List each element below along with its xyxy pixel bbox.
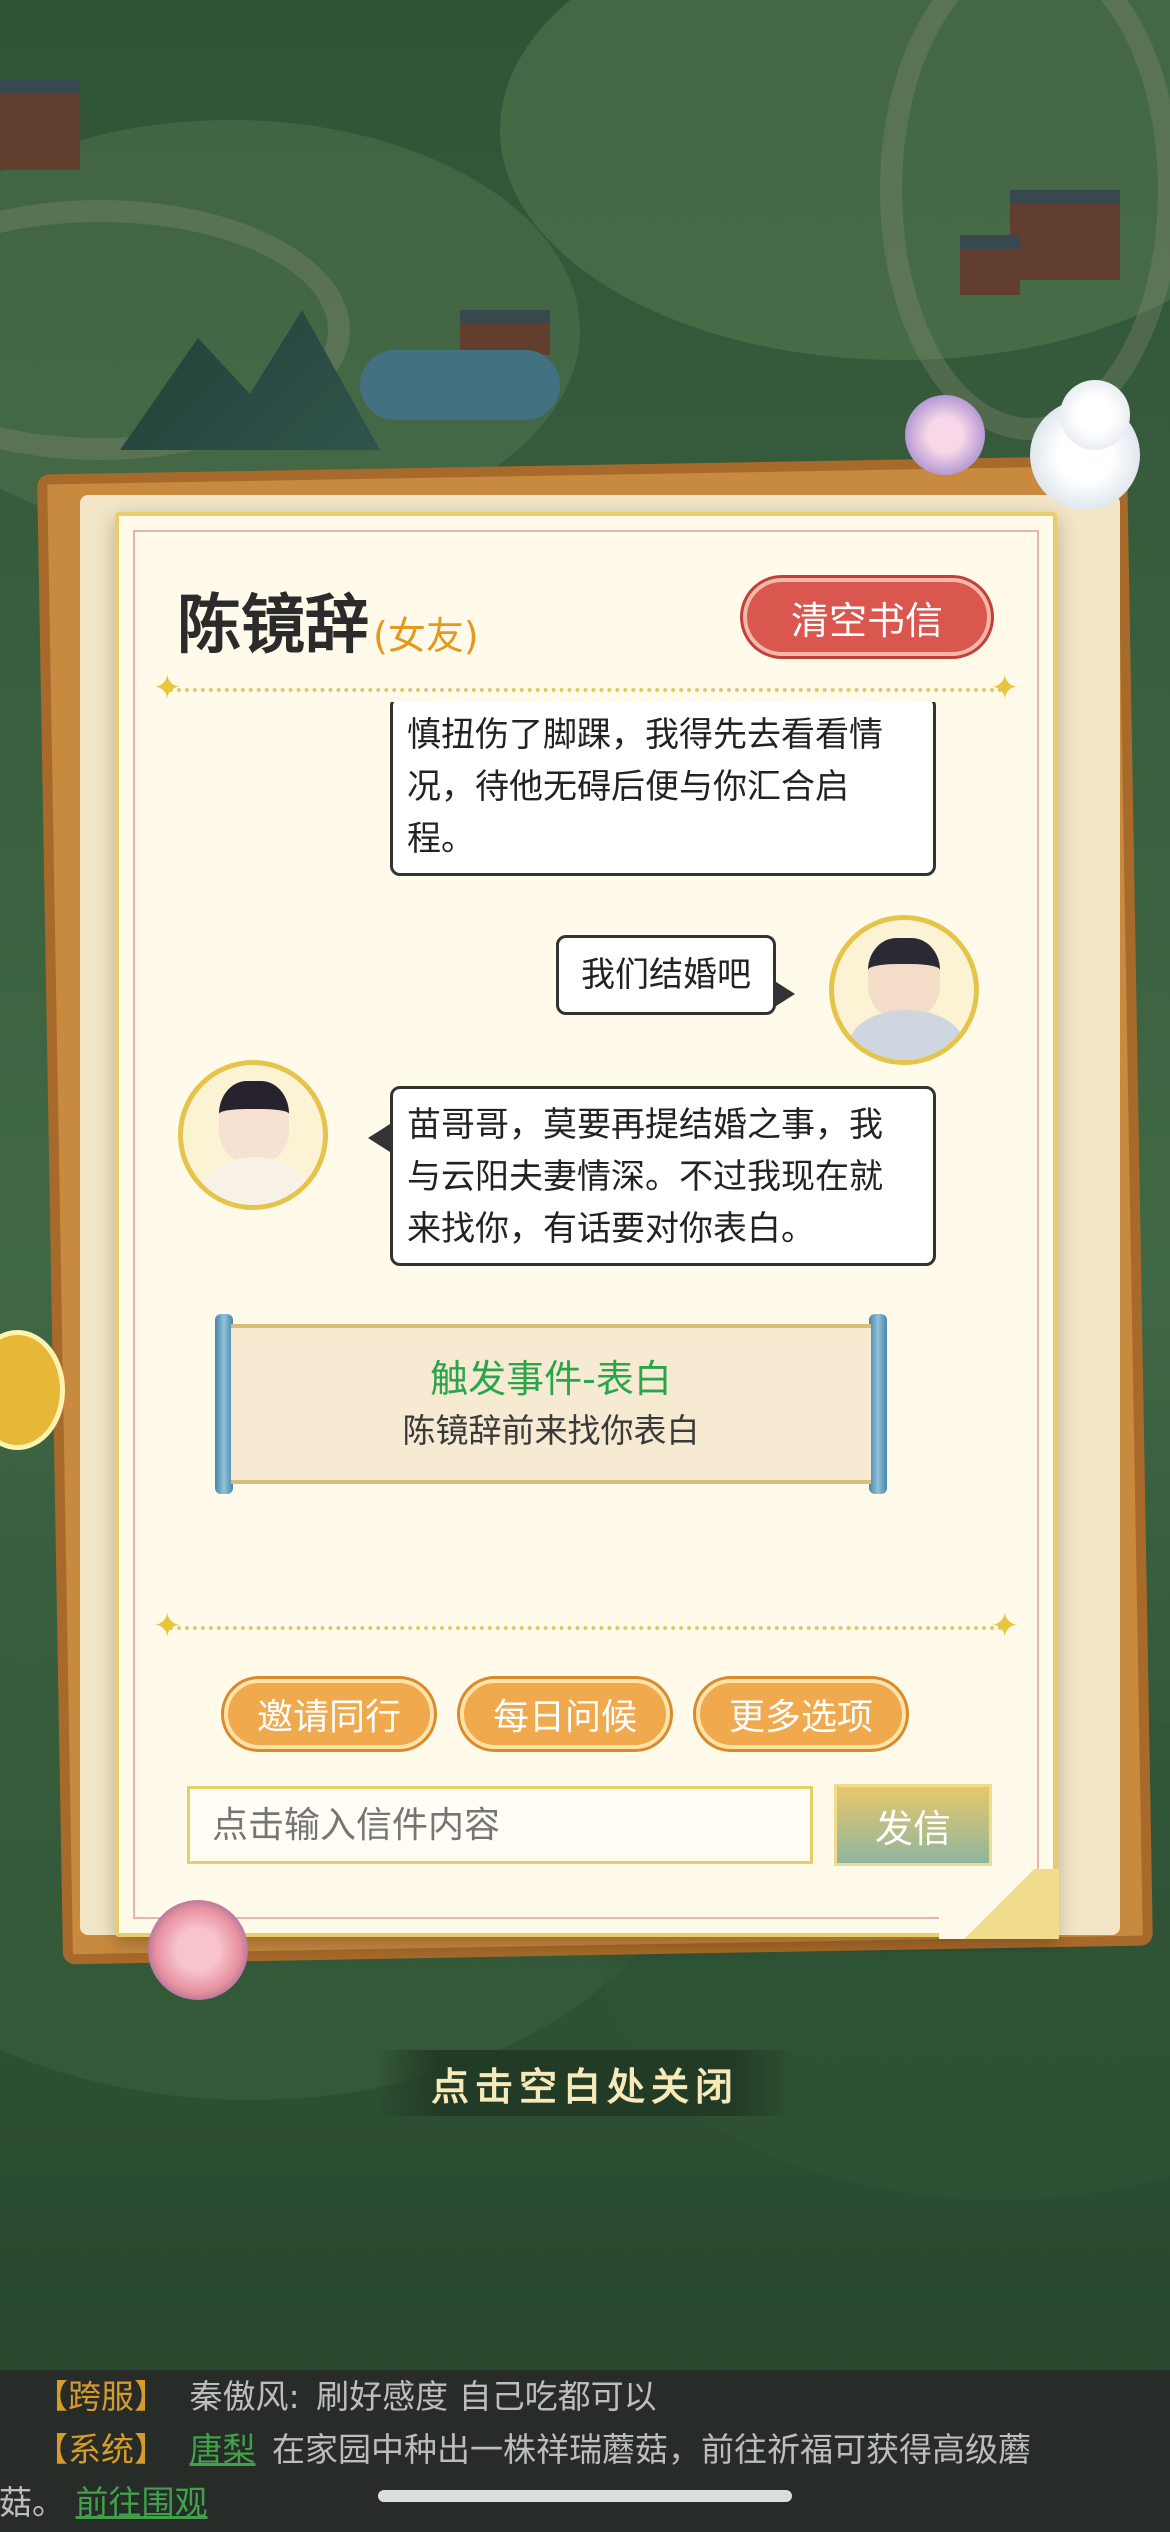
chat-area[interactable]: 慎扭伤了脚踝，我得先去看看情 况，待他无碍后便与你汇合启 程。 我们结婚吧 苗哥…	[133, 702, 1039, 1582]
peach-blossom-icon	[148, 1900, 248, 2000]
contact-relation: (女友)	[373, 614, 479, 658]
more-options-button[interactable]: 更多选项	[696, 1679, 906, 1749]
channel-tag: 【跨服】	[35, 2377, 167, 2416]
send-letter-button[interactable]: 发信	[834, 1784, 992, 1866]
broadcast-bar: 【跨服】 秦傲风: 刷好感度 自己吃都可以 【系统】 唐梨 在家园中种出一株祥瑞…	[0, 2370, 1170, 2532]
player-avatar[interactable]	[829, 915, 979, 1065]
letter-panel: 陈镜辞 (女友) 清空书信 慎扭伤了脚踝，我得先去看看情 况，待他无碍后便与你汇…	[115, 512, 1059, 1939]
bubble-tail-left	[368, 1124, 390, 1152]
go-watch-link[interactable]: 前往围观	[76, 2483, 208, 2522]
message-line: 程。	[407, 819, 475, 859]
sender-name: 秦傲风:	[189, 2377, 300, 2416]
plum-blossom-icon	[905, 395, 985, 475]
broadcast-line: 【系统】 唐梨 在家园中种出一株祥瑞蘑菇，前往祈福可获得高级蘑	[35, 2423, 1135, 2476]
message-line: 况，待他无碍后便与你汇合启	[407, 767, 849, 807]
scroll-rod-right	[869, 1314, 887, 1494]
broadcast-text: 刷好感度 自己吃都可以	[316, 2377, 657, 2416]
channel-tag: 【系统】	[35, 2430, 167, 2469]
scroll-body: 触发事件-表白 陈镜辞前来找你表白	[231, 1324, 871, 1484]
player-name-link[interactable]: 唐梨	[190, 2430, 256, 2469]
divider-bottom	[153, 1606, 1019, 1646]
broadcast-line: 【跨服】 秦傲风: 刷好感度 自己吃都可以	[35, 2370, 1135, 2423]
contact-name: 陈镜辞	[177, 588, 369, 663]
broadcast-line: 菇。 前往围观	[0, 2476, 1135, 2529]
invite-travel-button[interactable]: 邀请同行	[224, 1679, 434, 1749]
message-line: 与云阳夫妻情深。不过我现在就	[407, 1157, 883, 1197]
broadcast-text: 菇。	[0, 2483, 65, 2522]
option-row: 邀请同行 每日问候 更多选项	[224, 1679, 906, 1749]
message-line: 苗哥哥，莫要再提结婚之事，我	[407, 1105, 883, 1145]
message-line: 慎扭伤了脚踝，我得先去看看情	[407, 715, 883, 755]
bubble-tail-right	[773, 980, 795, 1008]
plum-blossom-icon	[1060, 380, 1130, 450]
event-description: 陈镜辞前来找你表白	[402, 1411, 700, 1450]
divider-top	[153, 668, 1019, 708]
page-fold	[939, 1869, 1059, 1939]
event-scroll[interactable]: 触发事件-表白 陈镜辞前来找你表白	[215, 1314, 887, 1494]
contact-avatar[interactable]	[178, 1060, 328, 1210]
daily-greeting-button[interactable]: 每日问候	[460, 1679, 670, 1749]
message-bubble-her: 慎扭伤了脚踝，我得先去看看情 况，待他无碍后便与你汇合启 程。	[390, 702, 936, 876]
player-portrait-icon	[868, 938, 940, 1018]
clear-letters-button[interactable]: 清空书信	[743, 578, 991, 656]
message-line: 我们结婚吧	[581, 955, 751, 995]
close-hint[interactable]: 点击空白处关闭	[375, 2050, 795, 2116]
home-indicator[interactable]	[378, 2490, 792, 2502]
contact-portrait-icon	[219, 1081, 289, 1163]
event-title: 触发事件-表白	[430, 1357, 672, 1401]
message-bubble-her: 苗哥哥，莫要再提结婚之事，我 与云阳夫妻情深。不过我现在就 来找你，有话要对你表…	[390, 1086, 936, 1266]
letter-input[interactable]	[187, 1786, 813, 1864]
message-line: 来找你，有话要对你表白。	[407, 1209, 815, 1249]
message-bubble-me: 我们结婚吧	[556, 935, 776, 1015]
broadcast-text: 在家园中种出一株祥瑞蘑菇，前往祈福可获得高级蘑	[272, 2430, 1031, 2469]
letter-title: 陈镜辞 (女友)	[177, 586, 479, 666]
